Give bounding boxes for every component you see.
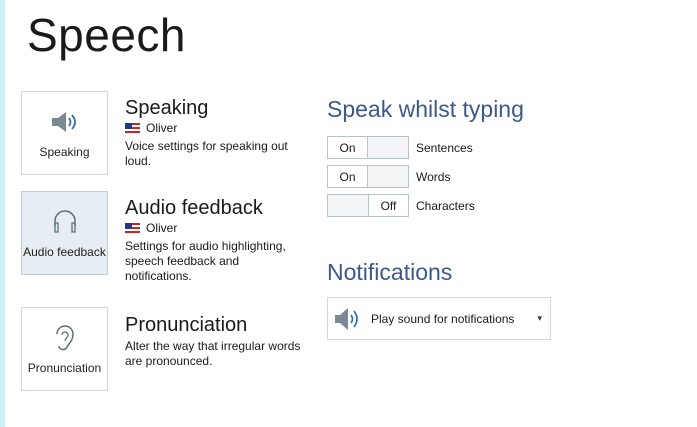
notifications-dropdown[interactable]: Play sound for notifications ▾ — [327, 297, 551, 340]
speaker-icon — [333, 305, 361, 333]
tile-label: Pronunciation — [27, 361, 102, 375]
us-flag-icon — [125, 223, 140, 233]
toggle-label: Words — [416, 169, 451, 184]
headphones-icon — [50, 206, 80, 241]
speech-settings-page: Speech Speaking Speaking Oliver Voice se… — [5, 0, 697, 427]
tile-label: Speaking — [39, 145, 90, 159]
option-title: Speaking — [125, 97, 209, 119]
toggle-blank — [368, 137, 408, 158]
speaker-icon — [49, 110, 81, 139]
characters-toggle-row: Off Characters — [327, 194, 475, 217]
pronunciation-option: Pronunciation Alter the way that irregul… — [125, 314, 305, 369]
words-toggle[interactable]: On — [327, 165, 409, 188]
speaking-option: Speaking Oliver Voice settings for speak… — [125, 97, 305, 169]
audio-feedback-tile[interactable]: Audio feedback — [21, 191, 108, 275]
option-description: Voice settings for speaking out loud. — [125, 139, 288, 168]
toggle-state: On — [328, 166, 368, 187]
voice-name: Oliver — [146, 121, 178, 135]
toggle-state: Off — [368, 195, 408, 216]
option-title: Pronunciation — [125, 314, 248, 336]
words-toggle-row: On Words — [327, 165, 450, 188]
speaking-tile[interactable]: Speaking — [21, 91, 108, 175]
tile-label: Audio feedback — [23, 245, 106, 259]
voice-name: Oliver — [146, 221, 178, 235]
voice-line: Oliver — [125, 220, 305, 236]
sentences-toggle[interactable]: On — [327, 136, 409, 159]
option-description: Settings for audio highlighting, speech … — [125, 239, 286, 283]
toggle-blank — [328, 195, 368, 216]
pronunciation-tile[interactable]: Pronunciation — [21, 307, 108, 391]
toggle-blank — [368, 166, 408, 187]
characters-toggle[interactable]: Off — [327, 194, 409, 217]
toggle-label: Sentences — [416, 140, 473, 155]
speak-whilst-typing-heading: Speak whilst typing — [327, 96, 524, 122]
toggle-label: Characters — [416, 198, 475, 213]
option-description: Alter the way that irregular words are p… — [125, 339, 301, 368]
chevron-down-icon: ▾ — [537, 313, 542, 323]
voice-line: Oliver — [125, 120, 305, 136]
notifications-heading: Notifications — [327, 259, 453, 285]
page-title: Speech — [27, 9, 187, 61]
dropdown-selected-value: Play sound for notifications — [371, 311, 515, 326]
option-title: Audio feedback — [125, 197, 263, 219]
sentences-toggle-row: On Sentences — [327, 136, 473, 159]
us-flag-icon — [125, 123, 140, 133]
audio-feedback-option: Audio feedback Oliver Settings for audio… — [125, 197, 305, 284]
ear-icon — [52, 322, 78, 359]
toggle-state: On — [328, 137, 368, 158]
